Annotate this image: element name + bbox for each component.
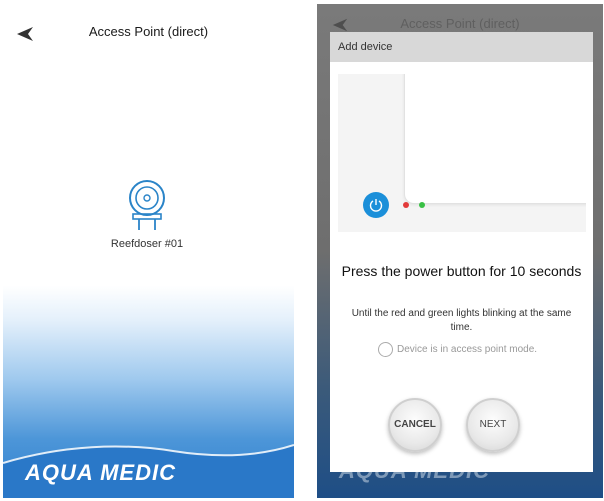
device-tile[interactable]: Reefdoser #01 [99, 178, 195, 250]
power-icon [369, 199, 383, 212]
doser-pump-icon [129, 180, 165, 230]
screenshot-stage: Access Point (direct) Reefdoser #01 AQUA… [0, 0, 604, 501]
access-point-checkbox[interactable]: Device is in access point mode. [378, 342, 537, 357]
add-device-dialog: Add device Press the power button for 10… [330, 32, 593, 472]
next-button[interactable]: NEXT [466, 398, 520, 452]
add-device-screen: Access Point (direct) AQUA MEDIC Add dev… [317, 4, 603, 498]
device-panel [404, 74, 586, 204]
power-button-illustration [363, 192, 389, 218]
radio-circle-icon[interactable] [378, 342, 393, 357]
device-illustration [338, 74, 586, 232]
red-led-icon [403, 202, 409, 208]
device-name: Reefdoser #01 [110, 238, 184, 250]
cancel-button[interactable]: CANCEL [388, 398, 442, 452]
instruction-text: Until the red and green lights blinking … [351, 308, 572, 333]
brand-logo: AQUA MEDIC [25, 460, 176, 485]
background-title: Access Point (direct) [400, 16, 520, 31]
green-led-icon [419, 202, 425, 208]
checkbox-label: Device is in access point mode. [397, 344, 538, 355]
dialog-header: Add device [330, 32, 593, 62]
screen-title: Access Point (direct) [88, 24, 209, 39]
instruction-heading: Press the power button for 10 seconds [341, 263, 582, 279]
access-point-screen: Access Point (direct) Reefdoser #01 AQUA… [3, 4, 294, 498]
